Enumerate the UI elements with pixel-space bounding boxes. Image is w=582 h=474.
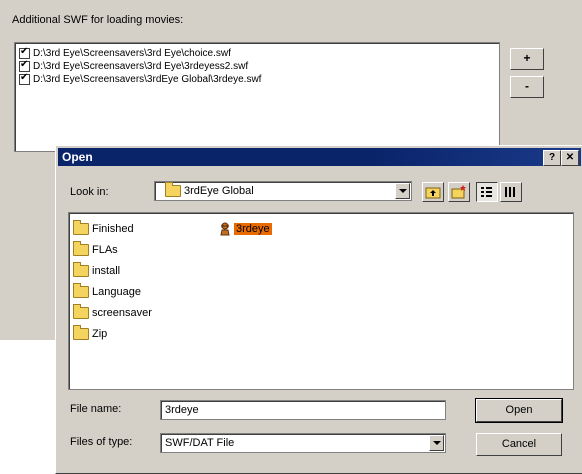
- up-folder-button[interactable]: [422, 182, 444, 202]
- add-swf-button[interactable]: +: [510, 48, 544, 70]
- folder-item-flas[interactable]: FLAs: [73, 241, 118, 258]
- list-view-button[interactable]: [476, 182, 498, 202]
- folder-label: Language: [92, 286, 141, 298]
- folder-icon: [73, 283, 89, 298]
- cancel-button[interactable]: Cancel: [476, 433, 562, 456]
- file-name-value: 3rdeye: [165, 404, 199, 416]
- folder-label: Zip: [92, 328, 108, 340]
- look-in-label: Look in:: [70, 186, 109, 198]
- swf-list-item[interactable]: D:\3rd Eye\Screensavers\3rd Eye\choice.s…: [15, 46, 499, 59]
- folder-item-screensaver[interactable]: screensaver: [73, 304, 152, 321]
- file-name-label-text: File name:: [70, 403, 122, 415]
- folder-item-zip[interactable]: Zip: [73, 325, 108, 342]
- folder-icon: [73, 325, 89, 340]
- details-view-icon: [505, 187, 515, 197]
- new-folder-icon: [451, 185, 466, 199]
- swf-path: D:\3rd Eye\Screensavers\3rdEye Global\3r…: [33, 73, 262, 85]
- file-type-dropdown[interactable]: SWF/DAT File: [160, 433, 446, 453]
- chevron-down-icon[interactable]: [395, 183, 410, 199]
- checkbox-checked[interactable]: [19, 46, 30, 59]
- file-type-label: Files of type:: [70, 436, 132, 448]
- file-type-label-text: Files of type:: [70, 436, 133, 448]
- file-name-input[interactable]: 3rdeye: [160, 400, 446, 420]
- up-folder-icon: [425, 187, 441, 199]
- swf-list-item[interactable]: D:\3rd Eye\Screensavers\3rd Eye\3rdeyess…: [15, 59, 499, 72]
- details-view-button[interactable]: [500, 182, 522, 202]
- dialog-title: Open: [62, 150, 93, 164]
- folder-icon: [73, 262, 89, 277]
- folder-item-finished[interactable]: Finished: [73, 220, 134, 237]
- file-name-label: File name:: [70, 403, 121, 415]
- folder-icon: [73, 220, 89, 235]
- file-item-3rdeye[interactable]: 3rdeye: [219, 221, 272, 237]
- folder-icon: [165, 182, 181, 197]
- look-in-dropdown[interactable]: 3rdEye Global: [154, 181, 412, 201]
- checkbox-checked[interactable]: [19, 72, 30, 85]
- folder-icon: [73, 304, 89, 319]
- dialog-titlebar[interactable]: Open ? ✕: [58, 148, 581, 166]
- look-in-value: 3rdEye Global: [184, 185, 254, 197]
- chevron-down-icon[interactable]: [429, 435, 444, 451]
- folder-label: FLAs: [92, 244, 118, 256]
- file-list[interactable]: Finished FLAs install Language screensav…: [68, 212, 574, 390]
- swf-list-item[interactable]: D:\3rd Eye\Screensavers\3rdEye Global\3r…: [15, 72, 499, 85]
- open-button[interactable]: Open: [475, 398, 563, 423]
- list-view-icon: [481, 187, 492, 197]
- open-dialog: Open ? ✕ Look in: 3rdEye Global Finished…: [55, 145, 582, 474]
- swf-path: D:\3rd Eye\Screensavers\3rd Eye\3rdeyess…: [33, 60, 249, 72]
- selected-file-label: 3rdeye: [234, 223, 272, 235]
- checkbox-checked[interactable]: [19, 59, 30, 72]
- swf-path: D:\3rd Eye\Screensavers\3rd Eye\choice.s…: [33, 47, 231, 59]
- help-button[interactable]: ?: [543, 150, 561, 166]
- folder-label: Finished: [92, 223, 134, 235]
- close-button[interactable]: ✕: [561, 150, 579, 166]
- folder-item-language[interactable]: Language: [73, 283, 141, 300]
- file-type-value: SWF/DAT File: [165, 437, 235, 449]
- remove-swf-button[interactable]: -: [510, 76, 544, 98]
- new-folder-button[interactable]: [448, 182, 470, 202]
- swf-file-icon: [220, 222, 230, 236]
- folder-label: screensaver: [92, 307, 152, 319]
- folder-icon: [73, 241, 89, 256]
- folder-label: install: [92, 265, 121, 277]
- folder-item-install[interactable]: install: [73, 262, 121, 279]
- swf-list[interactable]: D:\3rd Eye\Screensavers\3rd Eye\choice.s…: [14, 42, 500, 152]
- look-in-label-text: Look in:: [70, 186, 109, 198]
- swf-list-label: Additional SWF for loading movies:: [12, 14, 184, 26]
